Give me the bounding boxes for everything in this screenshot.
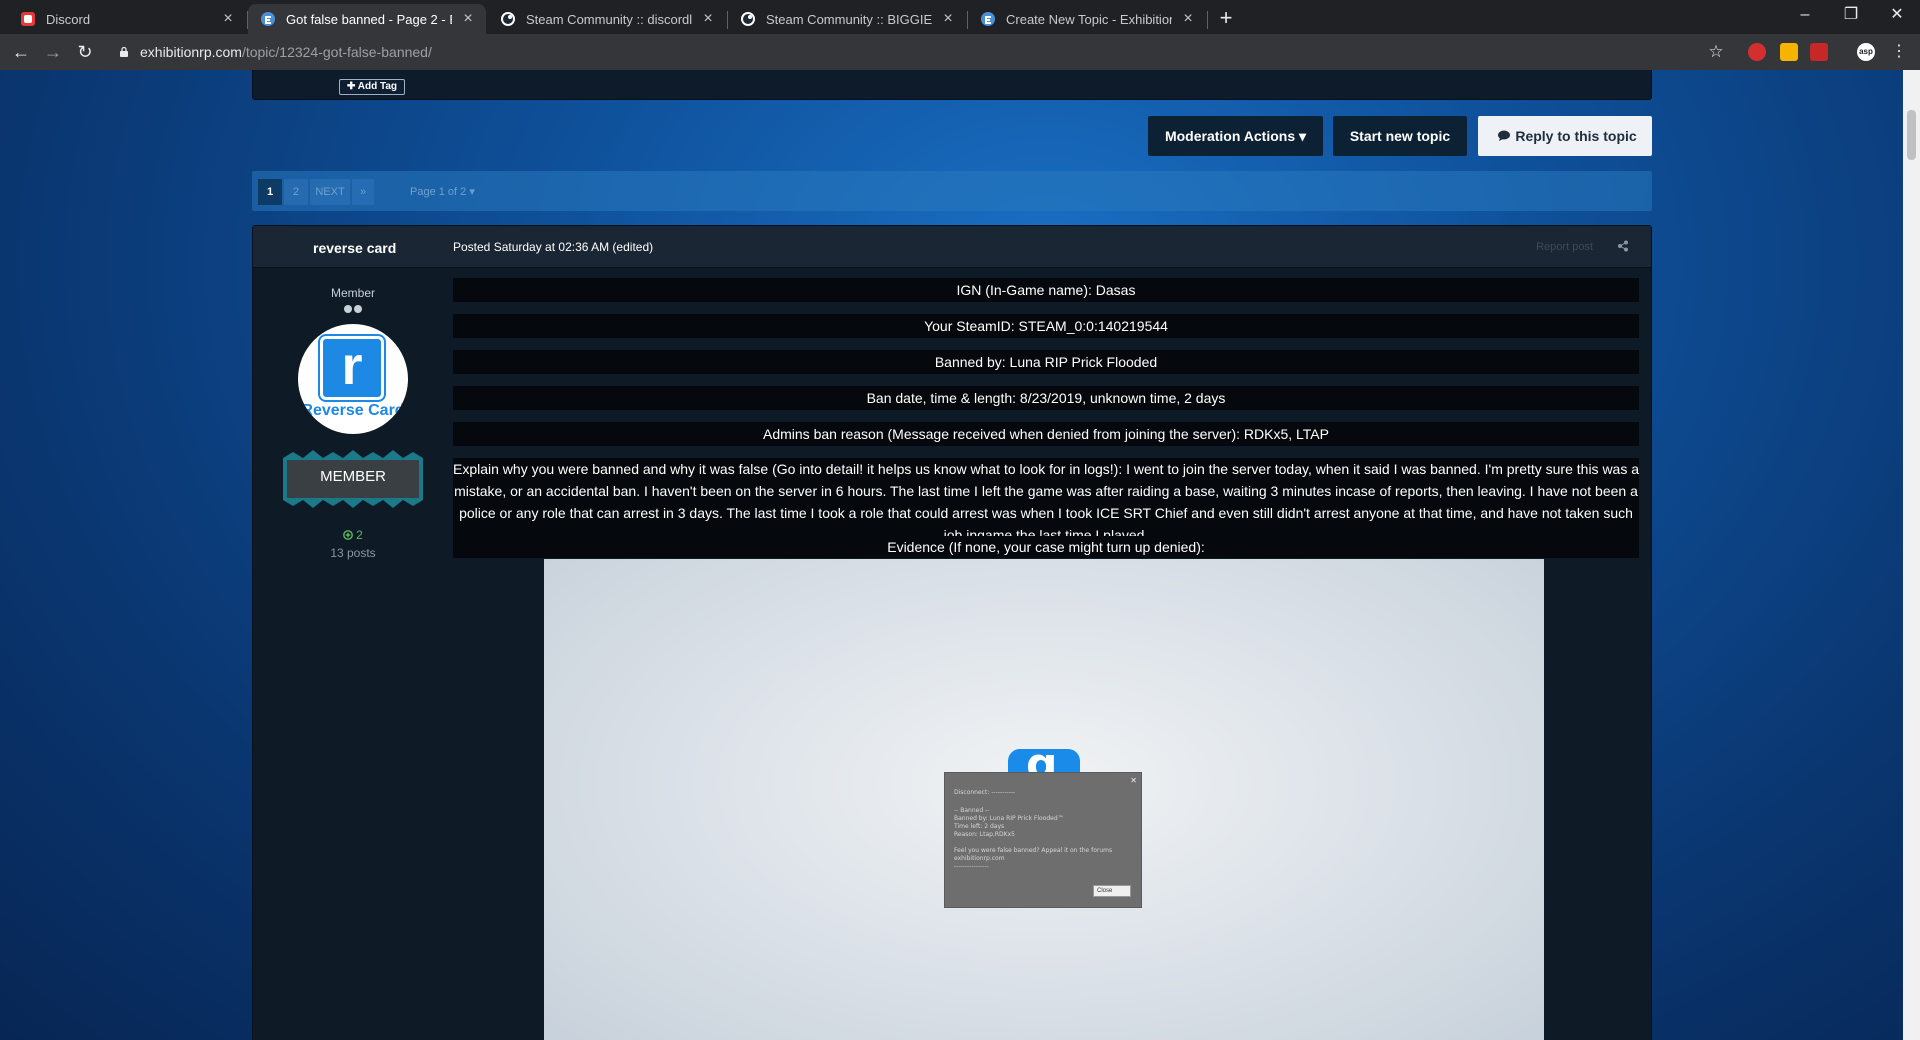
minimize-button[interactable]: – xyxy=(1782,0,1828,30)
share-icon[interactable] xyxy=(1617,240,1629,252)
post-count: 13 posts xyxy=(330,546,376,560)
close-icon[interactable]: × xyxy=(1180,10,1196,28)
extension-red-icon[interactable] xyxy=(1810,43,1828,61)
reload-icon[interactable]: ↻ xyxy=(72,39,98,65)
ban-date-line: Ban date, time & length: 8/23/2019, unkn… xyxy=(453,386,1639,410)
reputation-value: 2 xyxy=(356,528,363,542)
close-window-button[interactable]: ✕ xyxy=(1874,0,1920,30)
steam-icon xyxy=(741,12,755,26)
reputation-count: 2 xyxy=(253,528,453,542)
author-panel: Member r Reverse Card MEMBER 2 13 posts xyxy=(253,268,453,568)
dialog-line: -- Banned -- xyxy=(954,807,990,814)
moderation-actions-button[interactable]: Moderation Actions ▾ xyxy=(1148,116,1323,156)
avatar[interactable]: r Reverse Card xyxy=(298,324,408,434)
disconnect-dialog: ✕ Disconnect: ----------- -- Banned -- B… xyxy=(944,772,1142,908)
site-icon xyxy=(981,12,995,26)
restore-button[interactable]: ❐ xyxy=(1828,0,1874,30)
tab-title: Steam Community :: BIGGIE CHE xyxy=(766,11,932,27)
dialog-line: exhibitionrp.com xyxy=(954,855,1005,862)
author-name[interactable]: reverse card xyxy=(313,240,396,256)
add-tag-button[interactable]: ✚ Add Tag xyxy=(339,79,406,95)
tab-got-false-banned[interactable]: Got false banned - Page 2 - Ban A × xyxy=(248,4,486,34)
rank-label: MEMBER xyxy=(320,468,386,485)
lock-icon xyxy=(120,46,128,57)
tab-strip: Discord × Got false banned - Page 2 - Ba… xyxy=(0,0,1920,34)
forward-icon[interactable]: → xyxy=(40,39,66,65)
ign-line: IGN (In-Game name): Dasas xyxy=(453,278,1639,302)
dialog-close-button: Close xyxy=(1093,885,1131,897)
url-text: exhibitionrp.com/topic/12324-got-false-b… xyxy=(140,44,432,60)
dialog-line: Time left: 2 days xyxy=(954,823,1005,830)
tab-title: Create New Topic - ExhibitionRP xyxy=(1006,11,1172,27)
page-of-dropdown[interactable]: Page 1 of 2 ▾ xyxy=(410,179,475,205)
address-bar[interactable]: exhibitionrp.com/topic/12324-got-false-b… xyxy=(110,38,1745,66)
dialog-line: Feel you were false banned? Appeal it on… xyxy=(954,847,1113,854)
page-viewport: ✚ Add Tag Moderation Actions ▾ Start new… xyxy=(0,70,1903,1040)
report-post-link[interactable]: Report post xyxy=(1536,241,1593,253)
pagination-bar: 1 2 NEXT » Page 1 of 2 ▾ xyxy=(252,171,1652,211)
dialog-title: Disconnect: ----------- xyxy=(954,789,1016,796)
url-domain: exhibitionrp.com xyxy=(140,44,242,60)
member-title: Member xyxy=(330,286,375,300)
tab-title: Got false banned - Page 2 - Ban A xyxy=(286,11,452,27)
close-icon[interactable]: × xyxy=(700,10,716,28)
tab-steam-discordluna[interactable]: Steam Community :: discordluna × xyxy=(488,4,726,34)
steam-icon xyxy=(501,12,515,26)
tab-discord[interactable]: Discord × xyxy=(8,4,246,34)
evidence-line: Evidence (If none, your case might turn … xyxy=(453,536,1639,558)
tab-title: Steam Community :: discordluna xyxy=(526,11,692,27)
topic-header-panel: ✚ Add Tag xyxy=(252,70,1652,100)
banned-by-line: Banned by: Luna RIP Prick Flooded xyxy=(453,350,1639,374)
dialog-line: ---------------- xyxy=(954,863,989,870)
post-header: reverse card Posted Saturday at 02:36 AM… xyxy=(253,226,1651,268)
discord-icon xyxy=(21,12,35,26)
steamid-line: Your SteamID: STEAM_0:0:140219544 xyxy=(453,314,1639,338)
reputation-plus-icon xyxy=(343,530,354,540)
dialog-close-icon: ✕ xyxy=(1130,776,1137,785)
back-icon[interactable]: ← xyxy=(8,39,34,65)
comments-icon xyxy=(1498,130,1510,141)
avatar-letter: r xyxy=(341,336,363,396)
rank-pips xyxy=(344,305,362,313)
extension-shield-icon[interactable] xyxy=(1748,43,1766,61)
next-page-button[interactable]: NEXT xyxy=(310,179,350,205)
tab-create-new-topic[interactable]: Create New Topic - ExhibitionRP × xyxy=(968,4,1206,34)
page-2-button[interactable]: 2 xyxy=(284,179,308,205)
tab-steam-biggie[interactable]: Steam Community :: BIGGIE CHE × xyxy=(728,4,966,34)
bookmark-star-icon[interactable]: ☆ xyxy=(1703,39,1729,65)
explanation-paragraph: Explain why you were banned and why it w… xyxy=(453,458,1639,546)
post-timestamp: Posted Saturday at 02:36 AM (edited) xyxy=(453,240,654,254)
menu-kebab-icon[interactable]: ⋮ xyxy=(1886,39,1912,65)
ban-reason-line: Admins ban reason (Message received when… xyxy=(453,422,1639,446)
page-1-button[interactable]: 1 xyxy=(258,179,282,205)
dialog-line: Banned by: Luna RIP Prick Flooded™ xyxy=(954,815,1064,822)
site-icon xyxy=(261,12,275,26)
vertical-scrollbar[interactable] xyxy=(1903,70,1920,1040)
tab-divider xyxy=(1207,11,1208,29)
dialog-line: Reason: Ltap,RDKx5 xyxy=(954,831,1015,838)
close-icon[interactable]: × xyxy=(220,10,236,28)
last-page-button[interactable]: » xyxy=(352,179,374,205)
avatar-caption: Reverse Card xyxy=(301,402,405,419)
new-tab-button[interactable]: + xyxy=(1213,6,1239,32)
tab-title: Discord xyxy=(46,11,91,27)
profile-avatar[interactable]: asp xyxy=(1857,43,1875,61)
url-path: /topic/12324-got-false-banned/ xyxy=(241,44,432,60)
reply-to-topic-button[interactable]: Reply to this topic xyxy=(1478,116,1652,156)
reply-label: Reply to this topic xyxy=(1515,128,1637,144)
evidence-screenshot[interactable]: g ✕ Disconnect: ----------- -- Banned --… xyxy=(544,559,1544,1040)
close-icon[interactable]: × xyxy=(940,10,956,28)
extension-tag-icon[interactable] xyxy=(1780,43,1798,61)
forum-post: reverse card Posted Saturday at 02:36 AM… xyxy=(252,225,1652,1040)
close-icon[interactable]: × xyxy=(460,10,476,28)
scrollbar-thumb[interactable] xyxy=(1907,110,1916,160)
browser-toolbar: ← → ↻ exhibitionrp.com/topic/12324-got-f… xyxy=(0,34,1920,70)
start-new-topic-button[interactable]: Start new topic xyxy=(1333,116,1467,156)
